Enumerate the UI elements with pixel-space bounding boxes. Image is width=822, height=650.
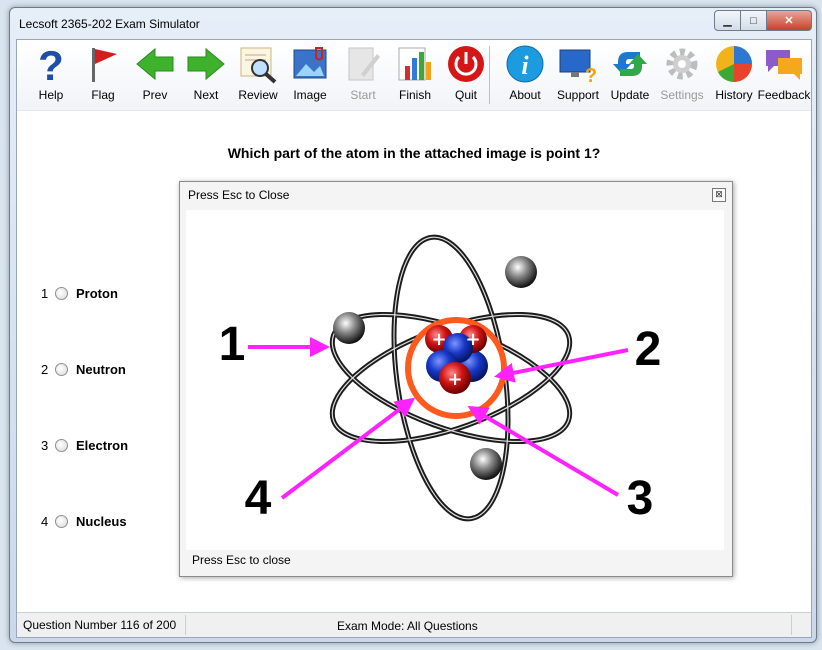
support-monitor-icon: ? xyxy=(559,49,597,84)
toolbar: ? Help Flag Prev Next Review Image Start… xyxy=(17,40,811,111)
support-label: Support xyxy=(556,88,600,102)
question-text: Which part of the atom in the attached i… xyxy=(227,145,601,161)
option-label[interactable]: Electron xyxy=(76,438,128,453)
option-number: 2 xyxy=(41,362,49,377)
question-number-status: Question Number 116 of 200 xyxy=(23,618,177,632)
option-radio[interactable] xyxy=(55,363,68,376)
option-1[interactable]: 1 Proton xyxy=(41,286,118,301)
review-button[interactable]: Review xyxy=(232,44,284,108)
about-label: About xyxy=(509,88,541,102)
support-button[interactable]: ? Support xyxy=(552,44,604,108)
feedback-button[interactable]: Feedback xyxy=(758,44,810,108)
option-label[interactable]: Neutron xyxy=(76,362,126,377)
history-button[interactable]: History xyxy=(708,44,760,108)
status-bar: Question Number 116 of 200 Exam Mode: Al… xyxy=(17,612,811,637)
prev-arrow-icon xyxy=(136,47,174,81)
image-popup: Press Esc to Close ⊠ + + + 1 2 3 4 Press… xyxy=(179,181,733,577)
proton-plus-label: + xyxy=(447,369,462,390)
option-label[interactable]: Proton xyxy=(76,286,118,301)
finish-button[interactable]: Finish xyxy=(389,44,441,108)
window-controls: ▁ □ ✕ xyxy=(714,10,812,31)
electron xyxy=(333,312,365,344)
start-button[interactable]: Start xyxy=(337,44,389,108)
option-3[interactable]: 3 Electron xyxy=(41,438,128,453)
option-number: 1 xyxy=(41,286,49,301)
popup-close-button[interactable]: ⊠ xyxy=(712,188,726,202)
option-radio[interactable] xyxy=(55,515,68,528)
atom-diagram: + + + 1 2 3 4 xyxy=(186,210,724,550)
update-arrows-icon xyxy=(613,52,647,76)
next-label: Next xyxy=(193,88,219,102)
atom-illustration: + + + 1 2 3 4 xyxy=(219,234,662,525)
help-button[interactable]: ? Help xyxy=(25,44,77,108)
help-icon: ? xyxy=(38,44,64,84)
about-button[interactable]: i About xyxy=(499,44,551,108)
status-separator xyxy=(791,615,792,635)
next-button[interactable]: Next xyxy=(180,44,232,108)
flag-icon xyxy=(92,48,117,82)
feedback-label: Feedback xyxy=(757,88,811,102)
title-bar: Lecsoft 2365-202 Exam Simulator ▁ □ ✕ xyxy=(10,8,816,38)
finish-chart-icon xyxy=(398,47,431,81)
finish-label: Finish xyxy=(398,88,431,102)
electron xyxy=(505,256,537,288)
option-label[interactable]: Nucleus xyxy=(76,514,127,529)
diagram-label-1: 1 xyxy=(219,318,246,371)
maximize-icon: □ xyxy=(750,14,757,27)
toolbar-separator xyxy=(489,46,490,104)
proton-plus-label: + xyxy=(431,329,446,350)
review-label: Review xyxy=(238,88,278,102)
update-label: Update xyxy=(610,88,650,102)
prev-button[interactable]: Prev xyxy=(129,44,181,108)
svg-text:?: ? xyxy=(585,65,597,84)
info-icon: i xyxy=(506,45,544,83)
electron xyxy=(470,448,502,480)
quit-button[interactable]: Quit xyxy=(440,44,492,108)
start-label: Start xyxy=(350,88,376,102)
image-button[interactable]: Image xyxy=(284,44,336,108)
option-2[interactable]: 2 Neutron xyxy=(41,362,126,377)
popup-title: Press Esc to Close xyxy=(188,188,290,202)
svg-text:i: i xyxy=(521,51,529,80)
pie-chart-icon xyxy=(716,46,752,82)
popup-footer-hint: Press Esc to close xyxy=(192,553,291,567)
close-icon: ✕ xyxy=(784,15,794,27)
minimize-button[interactable]: ▁ xyxy=(714,10,741,31)
prev-label: Prev xyxy=(142,88,168,102)
history-label: History xyxy=(715,88,753,102)
settings-label: Settings xyxy=(660,88,704,102)
proton-plus-label: + xyxy=(465,329,480,350)
image-icon xyxy=(293,47,327,79)
close-button[interactable]: ✕ xyxy=(767,10,812,31)
option-number: 3 xyxy=(41,438,49,453)
start-icon xyxy=(348,47,380,81)
svg-text:?: ? xyxy=(38,44,64,84)
gear-icon xyxy=(666,48,698,80)
option-radio[interactable] xyxy=(55,439,68,452)
help-label: Help xyxy=(38,88,64,102)
pointer-arrow-4 xyxy=(280,397,416,500)
option-radio[interactable] xyxy=(55,287,68,300)
diagram-label-2: 2 xyxy=(635,323,662,376)
flag-label: Flag xyxy=(91,88,115,102)
window-title: Lecsoft 2365-202 Exam Simulator xyxy=(19,17,200,31)
next-arrow-icon xyxy=(187,47,225,81)
option-number: 4 xyxy=(41,514,49,529)
quit-label: Quit xyxy=(454,88,477,102)
status-separator xyxy=(185,615,186,635)
settings-button[interactable]: Settings xyxy=(656,44,708,108)
speech-bubbles-icon xyxy=(766,50,802,80)
image-label: Image xyxy=(293,88,327,102)
diagram-label-3: 3 xyxy=(627,472,654,525)
flag-button[interactable]: Flag xyxy=(77,44,129,108)
review-magnifier-icon xyxy=(240,47,277,84)
power-icon xyxy=(448,46,484,82)
update-button[interactable]: Update xyxy=(604,44,656,108)
minimize-icon: ▁ xyxy=(723,15,732,27)
exam-mode-status: Exam Mode: All Questions xyxy=(337,619,478,633)
maximize-button[interactable]: □ xyxy=(741,10,767,31)
option-4[interactable]: 4 Nucleus xyxy=(41,514,127,529)
diagram-label-4: 4 xyxy=(245,472,272,525)
